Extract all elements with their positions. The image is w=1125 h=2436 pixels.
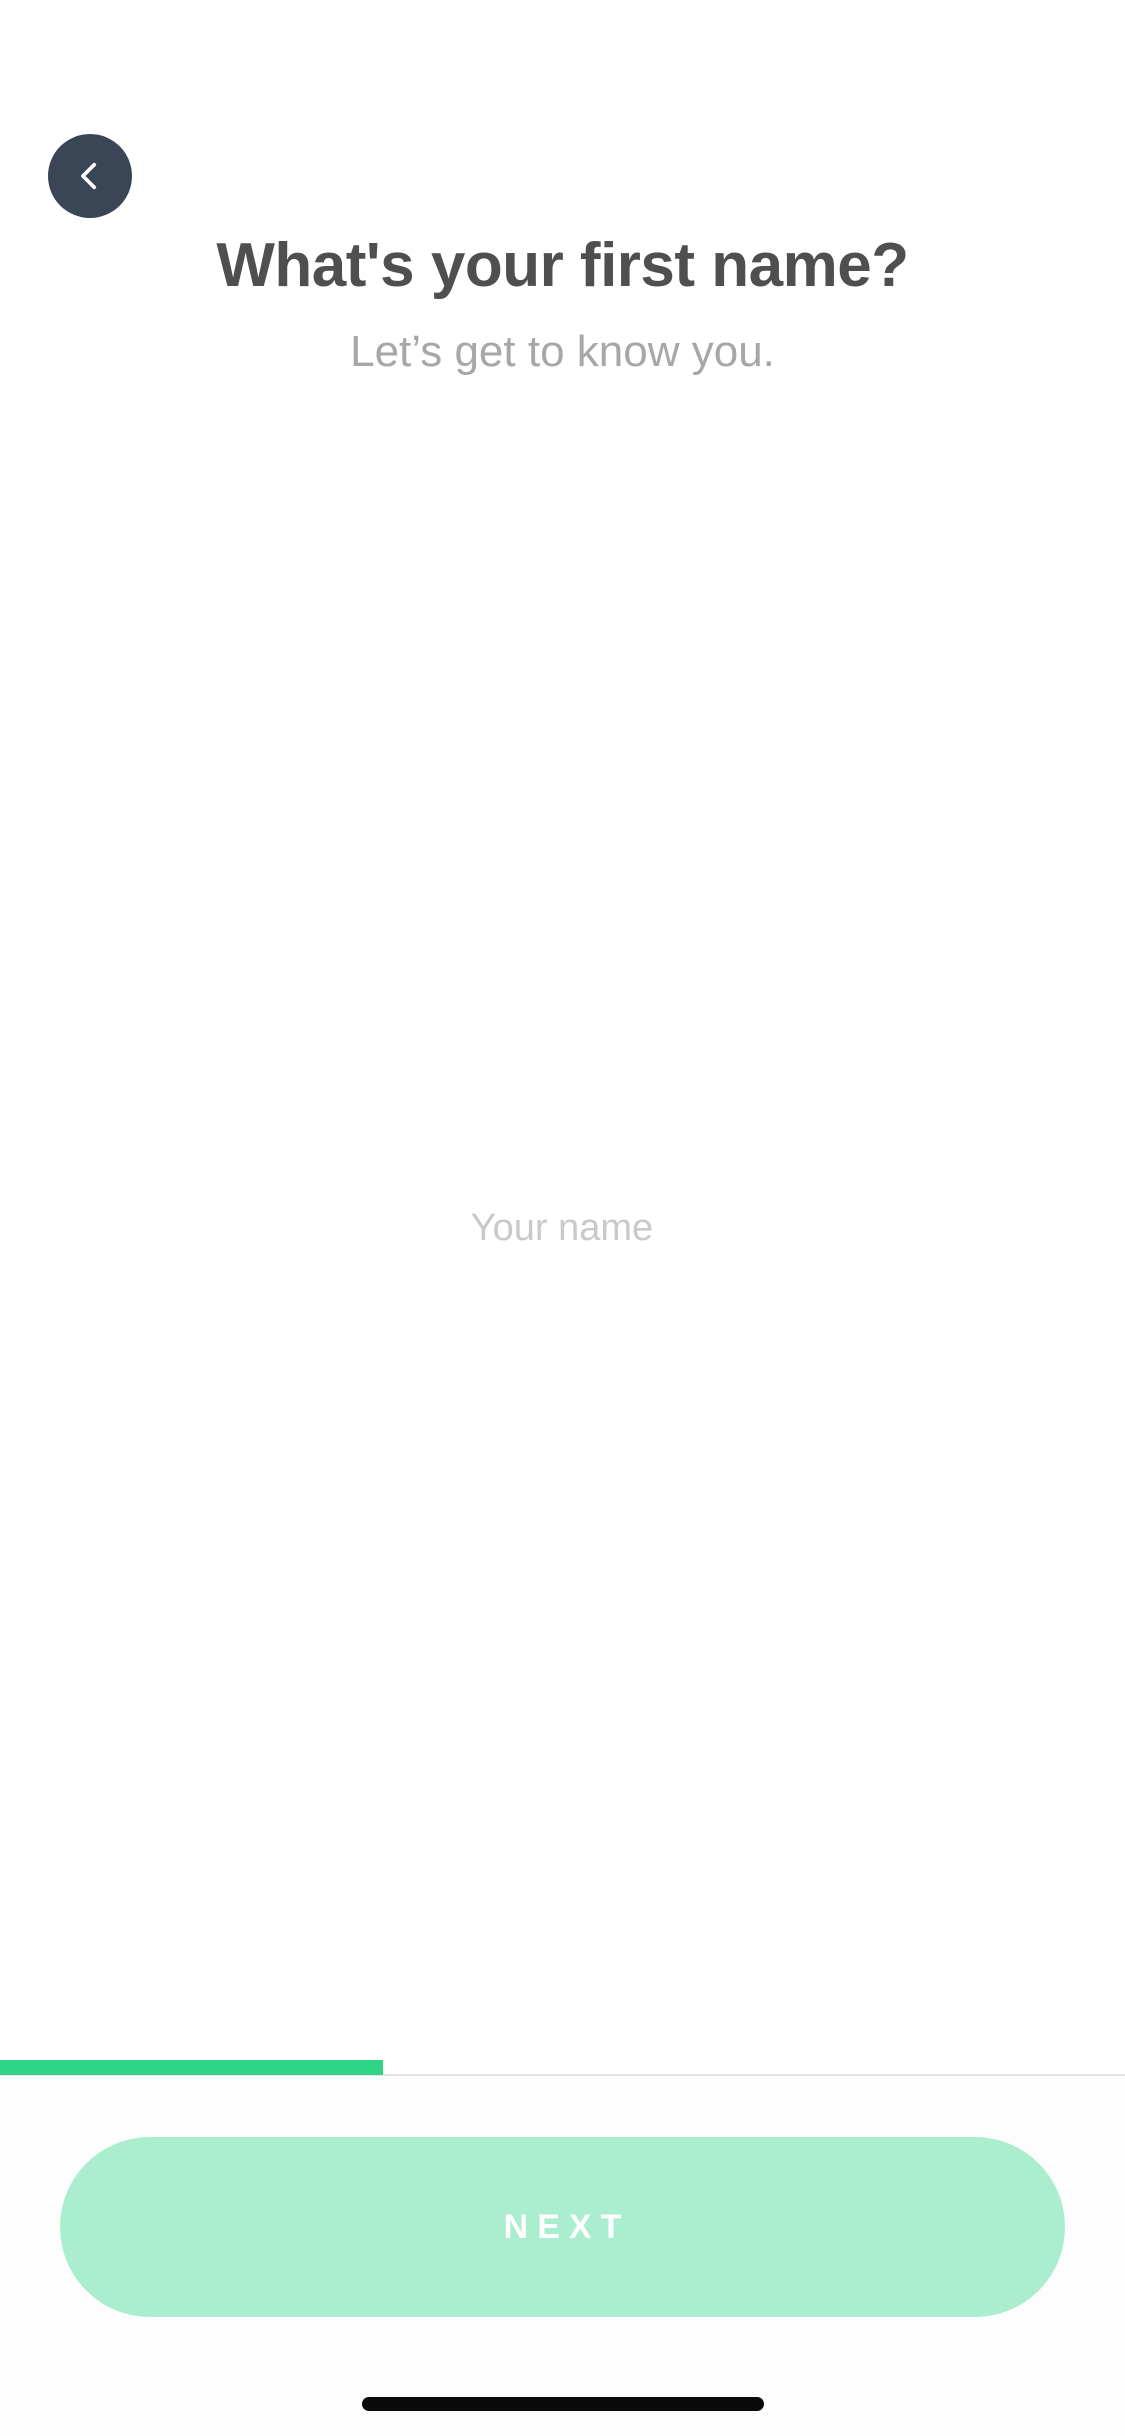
chevron-left-icon: [81, 162, 97, 190]
back-button[interactable]: [48, 134, 132, 218]
home-indicator: [362, 2397, 764, 2411]
page-subtitle: Let’s get to know you.: [350, 327, 775, 376]
next-button[interactable]: NEXT: [60, 2137, 1065, 2317]
page-title: What's your first name?: [216, 231, 909, 300]
first-name-input[interactable]: [112, 1192, 1012, 1264]
progress-bar: [0, 2060, 383, 2075]
